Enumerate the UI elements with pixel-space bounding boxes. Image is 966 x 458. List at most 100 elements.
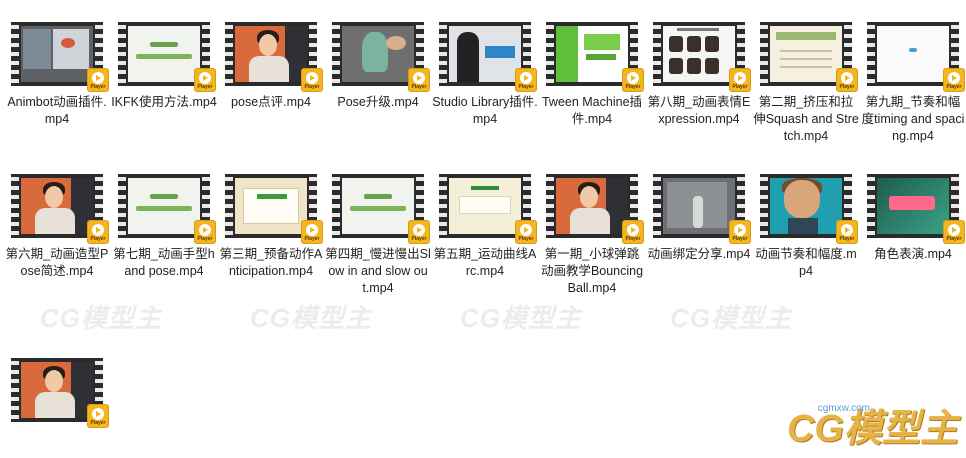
player-badge-label: Player: [625, 236, 641, 242]
film-strip-icon: [760, 22, 768, 86]
thumbnail-frame: [449, 26, 521, 82]
play-icon: [948, 224, 960, 236]
play-icon: [841, 72, 853, 84]
thumbnail-frame: [663, 178, 735, 234]
file-name-label: 第一期_小球弹跳动画教学Bouncing Ball.mp4: [540, 247, 644, 295]
video-file-item[interactable]: Player 动画绑定分享.mp4: [646, 174, 752, 263]
play-icon: [199, 72, 211, 84]
video-file-item[interactable]: Player IKFK使用方法.mp4: [111, 22, 217, 111]
video-file-item[interactable]: Player Pose升级.mp4: [325, 22, 431, 111]
play-icon: [627, 224, 639, 236]
video-thumbnail[interactable]: Player: [653, 174, 751, 244]
play-icon: [306, 224, 318, 236]
video-file-item[interactable]: Player 第一期_小球弹跳动画教学Bouncing Ball.mp4: [539, 174, 645, 297]
video-file-item[interactable]: Player Animbot动画插件.mp4: [4, 22, 110, 128]
video-thumbnail[interactable]: Player: [546, 22, 644, 92]
file-name-label: 第九期_节奏和幅度timing and spacing.mp4: [861, 95, 965, 143]
player-badge-icon: Player: [194, 68, 216, 92]
thumbnail-frame: [21, 26, 93, 82]
video-thumbnail[interactable]: Player: [439, 174, 537, 244]
film-strip-icon: [760, 174, 768, 238]
video-thumbnail[interactable]: Player: [760, 22, 858, 92]
film-strip-icon: [439, 22, 447, 86]
player-badge-icon: Player: [836, 220, 858, 244]
player-badge-label: Player: [839, 236, 855, 242]
player-badge-icon: Player: [301, 68, 323, 92]
film-strip-icon: [546, 22, 554, 86]
watermark: CG模型主: [460, 303, 583, 333]
video-file-item[interactable]: Player pose点评.mp4: [218, 22, 324, 111]
video-file-item[interactable]: Player 第七期_动画手型hand pose.mp4: [111, 174, 217, 280]
film-strip-icon: [653, 22, 661, 86]
video-file-item[interactable]: Player Studio Library插件.mp4: [432, 22, 538, 128]
file-name-label: pose点评.mp4: [231, 95, 311, 109]
film-strip-icon: [225, 174, 233, 238]
film-strip-icon: [11, 358, 19, 422]
file-name-label: 第二期_挤压和拉伸Squash and Stretch.mp4: [753, 95, 859, 143]
video-thumbnail[interactable]: Player: [332, 22, 430, 92]
video-thumbnail[interactable]: Player: [11, 358, 109, 428]
video-thumbnail[interactable]: Player: [11, 22, 109, 92]
video-thumbnail[interactable]: Player: [760, 174, 858, 244]
player-badge-icon: Player: [943, 68, 965, 92]
file-name-label: 角色表演.mp4: [874, 247, 952, 261]
film-strip-icon: [653, 174, 661, 238]
play-icon: [413, 72, 425, 84]
thumbnail-frame: [770, 26, 842, 82]
video-thumbnail[interactable]: Player: [439, 22, 537, 92]
video-thumbnail[interactable]: Player: [118, 174, 216, 244]
player-badge-label: Player: [90, 236, 106, 242]
video-thumbnail[interactable]: Player: [118, 22, 216, 92]
video-file-item[interactable]: Player 角色表演.mp4: [860, 174, 966, 263]
video-thumbnail[interactable]: Player: [653, 22, 751, 92]
video-file-item[interactable]: Player 第六期_动画造型Pose简述.mp4: [4, 174, 110, 280]
thumbnail-frame: [342, 26, 414, 82]
thumbnail-frame: [770, 178, 842, 234]
play-icon: [199, 224, 211, 236]
play-icon: [734, 72, 746, 84]
thumbnail-frame: [21, 362, 93, 418]
player-badge-icon: Player: [729, 68, 751, 92]
file-name-label: Studio Library插件.mp4: [432, 95, 538, 126]
thumbnail-frame: [556, 178, 628, 234]
film-strip-icon: [118, 22, 126, 86]
thumbnail-frame: [128, 26, 200, 82]
file-name-label: 动画节奏和幅度.mp4: [755, 247, 857, 278]
video-thumbnail[interactable]: Player: [546, 174, 644, 244]
watermark: CG模型主: [40, 303, 163, 333]
video-thumbnail[interactable]: Player: [225, 174, 323, 244]
player-badge-label: Player: [411, 84, 427, 90]
file-name-label: Pose升级.mp4: [337, 95, 419, 109]
video-thumbnail[interactable]: Player: [11, 174, 109, 244]
player-badge-label: Player: [839, 84, 855, 90]
file-name-label: 第四期_慢进慢出Slow in and slow out.mp4: [325, 247, 431, 295]
video-thumbnail[interactable]: Player: [867, 174, 965, 244]
player-badge-icon: Player: [87, 68, 109, 92]
video-file-item[interactable]: Player Tween Machine插件.mp4: [539, 22, 645, 128]
video-file-item[interactable]: Player 第九期_节奏和幅度timing and spacing.mp4: [860, 22, 966, 145]
watermark: CG模型主: [670, 303, 793, 333]
thumbnail-frame: [663, 26, 735, 82]
video-file-item[interactable]: Player 第二期_挤压和拉伸Squash and Stretch.mp4: [753, 22, 859, 145]
player-badge-icon: Player: [622, 220, 644, 244]
thumbnail-frame: [877, 178, 949, 234]
video-file-item[interactable]: Player: [4, 358, 110, 430]
file-name-label: 第七期_动画手型hand pose.mp4: [113, 247, 215, 278]
video-file-item[interactable]: Player 动画节奏和幅度.mp4: [753, 174, 859, 280]
video-file-item[interactable]: Player 第四期_慢进慢出Slow in and slow out.mp4: [325, 174, 431, 297]
play-icon: [92, 408, 104, 420]
video-thumbnail[interactable]: Player: [225, 22, 323, 92]
player-badge-label: Player: [518, 84, 534, 90]
video-file-item[interactable]: Player 第五期_运动曲线Arc.mp4: [432, 174, 538, 280]
player-badge-icon: Player: [408, 220, 430, 244]
player-badge-icon: Player: [87, 220, 109, 244]
player-badge-label: Player: [197, 236, 213, 242]
video-thumbnail[interactable]: Player: [867, 22, 965, 92]
play-icon: [520, 72, 532, 84]
player-badge-icon: Player: [194, 220, 216, 244]
file-name-label: 第五期_运动曲线Arc.mp4: [433, 247, 537, 278]
video-file-item[interactable]: Player 第三期_预备动作Anticipation.mp4: [218, 174, 324, 280]
video-thumbnail[interactable]: Player: [332, 174, 430, 244]
film-strip-icon: [11, 174, 19, 238]
video-file-item[interactable]: Player 第八期_动画表情Expression.mp4: [646, 22, 752, 128]
